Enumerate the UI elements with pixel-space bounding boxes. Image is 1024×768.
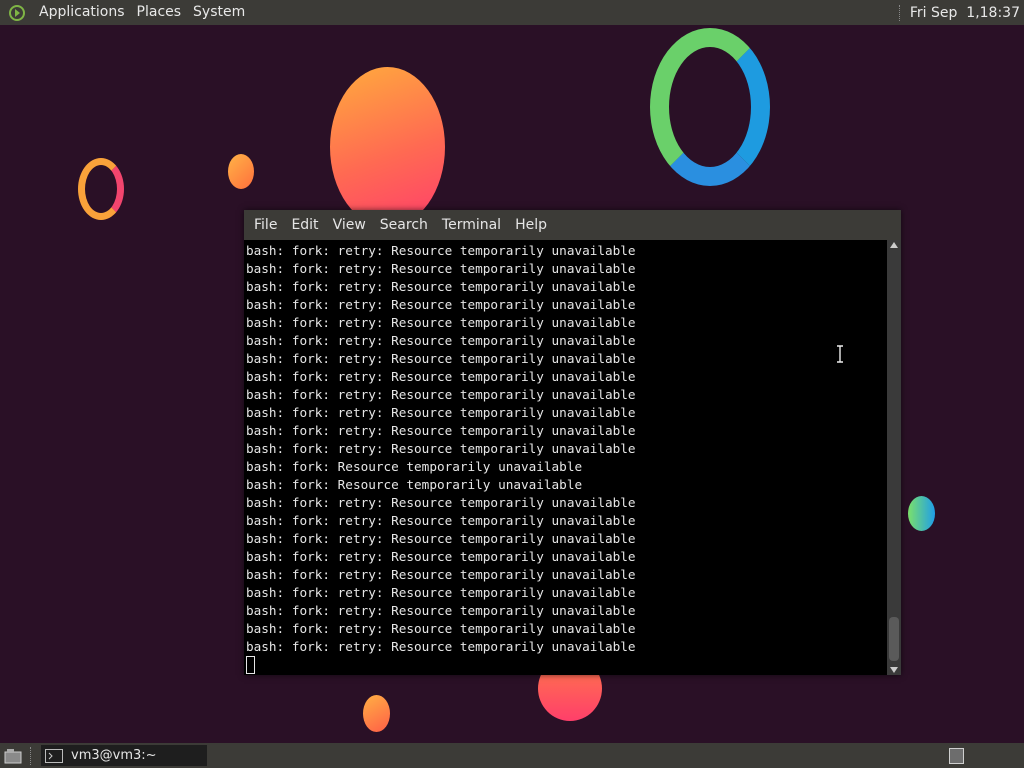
terminal-prompt-line [246, 656, 887, 675]
terminal-line: bash: fork: retry: Resource temporarily … [246, 351, 636, 366]
scroll-up-arrow-icon[interactable] [890, 242, 898, 248]
terminal-lines: bash: fork: retry: Resource temporarily … [244, 240, 887, 675]
terminal-line: bash: fork: retry: Resource temporarily … [246, 243, 636, 258]
terminal-line: bash: fork: retry: Resource temporarily … [246, 549, 636, 564]
mate-logo-icon[interactable] [8, 4, 26, 22]
bottom-panel: vm3@vm3:~ [0, 743, 1024, 768]
applications-menu[interactable]: Applications [33, 0, 131, 25]
terminal-scrollbar[interactable] [887, 240, 901, 675]
wallpaper-dot-orange [228, 154, 254, 189]
terminal-icon [45, 748, 63, 763]
terminal-line: bash: fork: retry: Resource temporarily … [246, 513, 636, 528]
panel-separator [898, 4, 902, 21]
taskbar-terminal-window[interactable]: vm3@vm3:~ [41, 745, 207, 766]
menu-terminal[interactable]: Terminal [435, 210, 508, 240]
menu-help[interactable]: Help [508, 210, 554, 240]
menu-view[interactable]: View [326, 210, 373, 240]
places-menu[interactable]: Places [131, 0, 188, 25]
menu-file[interactable]: File [247, 210, 284, 240]
ibeam-cursor-icon [837, 345, 843, 363]
wallpaper-dot-blue [908, 496, 935, 531]
terminal-line: bash: fork: retry: Resource temporarily … [246, 585, 636, 600]
wallpaper-dot-bottom [363, 695, 390, 732]
terminal-line: bash: fork: Resource temporarily unavail… [246, 459, 583, 474]
taskbar-window-title: vm3@vm3:~ [71, 748, 157, 763]
terminal-line: bash: fork: retry: Resource temporarily … [246, 369, 636, 384]
clock-area: Fri Sep 1,18:37 [898, 4, 1024, 21]
terminal-line: bash: fork: retry: Resource temporarily … [246, 297, 636, 312]
terminal-line: bash: fork: retry: Resource temporarily … [246, 531, 636, 546]
show-desktop-icon[interactable] [2, 746, 24, 766]
wallpaper-ring-large [650, 28, 770, 186]
wallpaper-ring-small [78, 158, 124, 220]
terminal-line: bash: fork: retry: Resource temporarily … [246, 441, 636, 456]
workspace-switcher-icon[interactable] [949, 747, 964, 764]
clock[interactable]: Fri Sep 1,18:37 [910, 5, 1020, 21]
terminal-line: bash: fork: retry: Resource temporarily … [246, 639, 636, 654]
terminal-line: bash: fork: retry: Resource temporarily … [246, 279, 636, 294]
terminal-output[interactable]: bash: fork: retry: Resource temporarily … [244, 240, 887, 675]
terminal-line: bash: fork: retry: Resource temporarily … [246, 621, 636, 636]
terminal-window: File Edit View Search Terminal Help bash… [244, 210, 901, 675]
scroll-down-arrow-icon[interactable] [890, 667, 898, 673]
menu-search[interactable]: Search [373, 210, 435, 240]
terminal-line: bash: fork: retry: Resource temporarily … [246, 261, 636, 276]
terminal-line: bash: fork: retry: Resource temporarily … [246, 567, 636, 582]
terminal-line: bash: fork: retry: Resource temporarily … [246, 423, 636, 438]
terminal-line: bash: fork: retry: Resource temporarily … [246, 333, 636, 348]
terminal-line: bash: fork: retry: Resource temporarily … [246, 387, 636, 402]
menu-edit[interactable]: Edit [284, 210, 325, 240]
terminal-line: bash: fork: retry: Resource temporarily … [246, 603, 636, 618]
text-cursor [246, 656, 255, 674]
top-panel: Applications Places System Fri Sep 1,18:… [0, 0, 1024, 25]
scroll-thumb[interactable] [889, 617, 899, 661]
panel-separator [30, 746, 35, 765]
terminal-line: bash: fork: retry: Resource temporarily … [246, 315, 636, 330]
terminal-line: bash: fork: retry: Resource temporarily … [246, 495, 636, 510]
wallpaper-oval-large [330, 67, 445, 227]
terminal-menubar: File Edit View Search Terminal Help [244, 210, 901, 240]
terminal-line: bash: fork: Resource temporarily unavail… [246, 477, 583, 492]
terminal-line: bash: fork: retry: Resource temporarily … [246, 405, 636, 420]
system-menu[interactable]: System [187, 0, 251, 25]
